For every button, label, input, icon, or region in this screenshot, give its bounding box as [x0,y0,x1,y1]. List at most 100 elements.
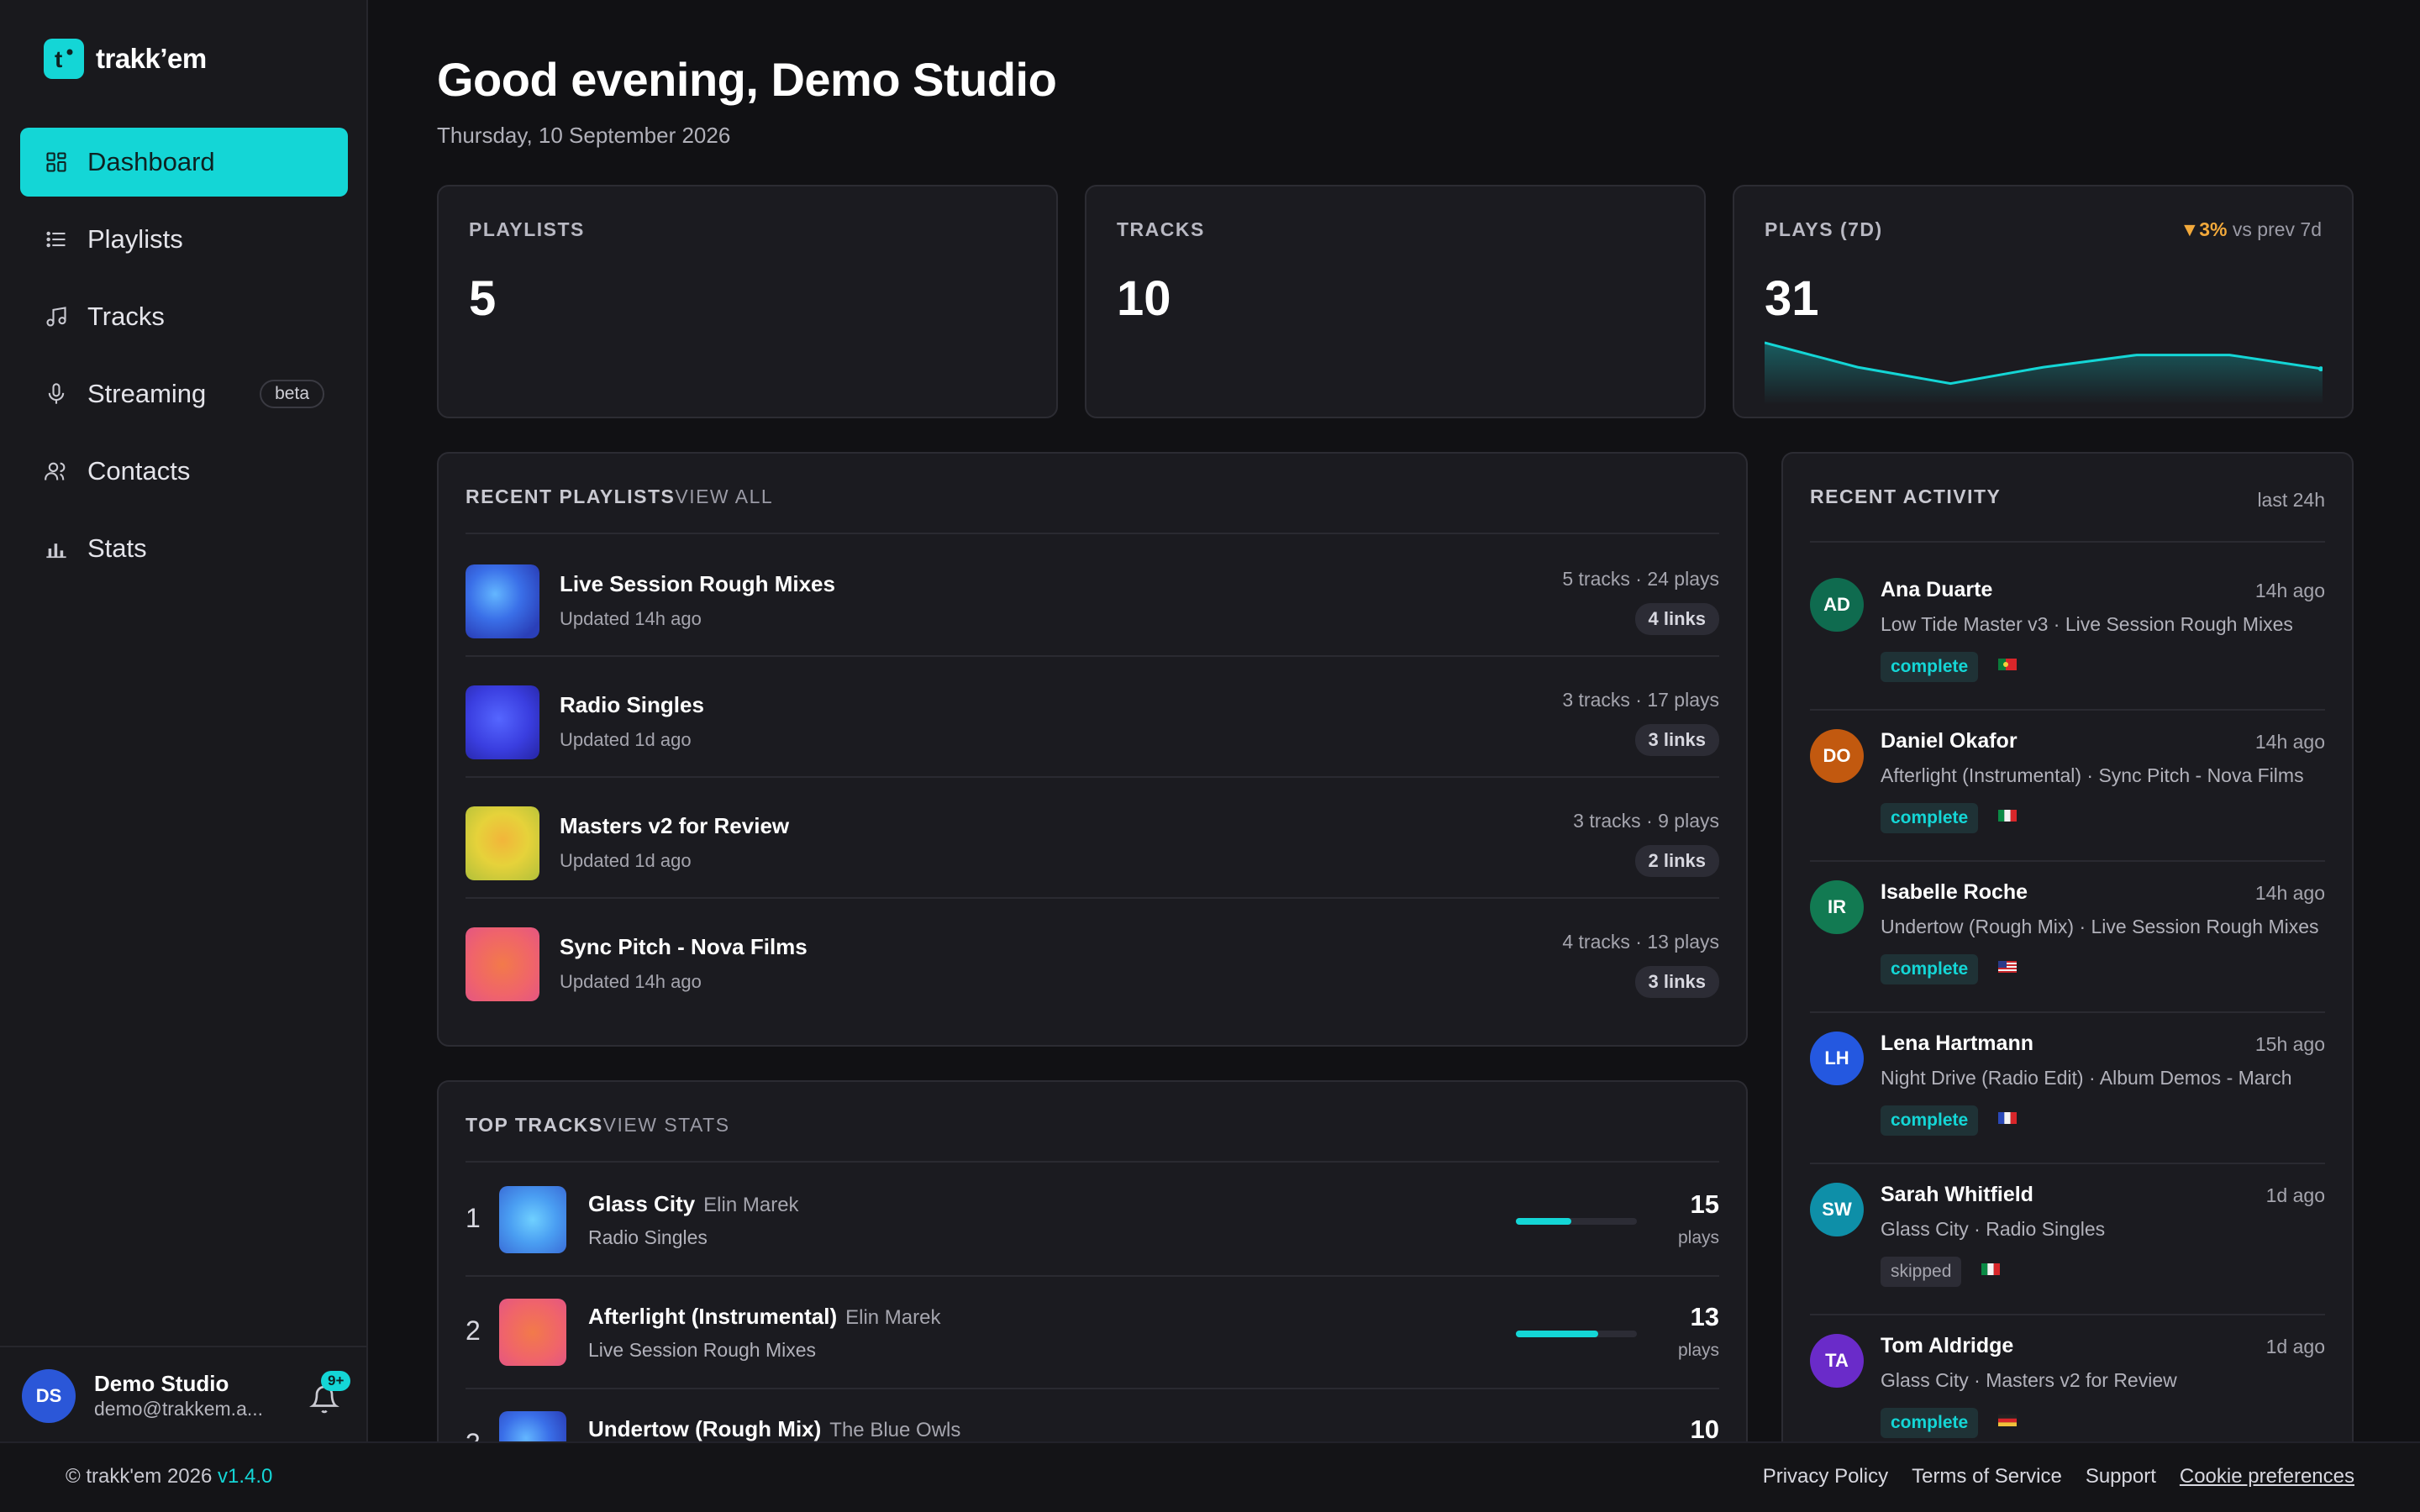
track-rank: 3 [466,1428,481,1441]
track-row[interactable]: 3 Undertow (Rough Mix) The Blue Owls 10 [466,1388,1719,1441]
playlist-updated: Updated 14h ago [560,608,702,629]
playlist-meta: 4 tracks · 13 plays [1562,931,1719,953]
flag-pt-icon [1998,659,2017,670]
activity-time: 1d ago [2265,1184,2325,1206]
playlist-meta: 3 tracks · 9 plays [1573,810,1719,832]
track-playlist: Radio Singles [588,1226,708,1248]
activity-row[interactable]: DO Daniel Okafor 14h ago Afterlight (Instru… [1810,709,2325,862]
nav-label: Stats [87,533,147,563]
nav-item-dashboard[interactable]: Dashboard [20,128,348,197]
activity-time: 14h ago [2254,731,2325,753]
track-title-text: Afterlight (Instrumental) [588,1304,838,1329]
section-header: RECENT PLAYLISTSVIEW ALL [466,486,773,508]
track-title: Undertow (Rough Mix) The Blue Owls [588,1416,960,1441]
contact-avatar: AD [1810,578,1864,632]
contact-name: Isabelle Roche [1881,880,2028,904]
activity-row[interactable]: AD Ana Duarte 14h ago Low Tide Master v3 · … [1810,558,2325,711]
current-date: Thursday, 10 September 2026 [437,123,731,148]
svg-text:t: t [55,46,62,72]
activity-detail: Low Tide Master v3 · Live Session Rough … [1881,613,2293,635]
nav-label: Playlists [87,224,183,254]
footer-links: Privacy Policy Terms of Service Support … [1763,1465,2354,1488]
stat-label: TRACKS [1117,218,1205,240]
nav-item-tracks[interactable]: Tracks [20,282,348,351]
section-header: RECENT ACTIVITY [1810,486,2001,508]
status-badge: complete [1881,1408,1979,1438]
playlist-row[interactable]: Masters v2 for Review Updated 1d ago 3 t… [466,776,1719,899]
stat-value: 5 [469,271,497,326]
playlist-name: Sync Pitch - Nova Films [560,934,808,959]
nav-item-playlists[interactable]: Playlists [20,205,348,274]
playlist-meta: 3 tracks · 17 plays [1562,689,1719,711]
playlist-artwork [466,806,539,880]
activity-detail: Glass City · Masters v2 for Review [1881,1369,2177,1391]
track-rank: 1 [466,1203,481,1233]
activity-row[interactable]: SW Sarah Whitfield 1d ago Glass City · Radi… [1810,1163,2325,1315]
activity-time: 15h ago [2254,1033,2325,1055]
contact-name: Sarah Whitfield [1881,1183,2033,1206]
brand[interactable]: t trakk’em [44,39,207,79]
page-title: Good evening, Demo Studio [437,53,1057,106]
user-email: demo@trakkem.a... [94,1398,264,1420]
nav-item-stats[interactable]: Stats [20,514,348,583]
avatar[interactable]: DS [22,1369,76,1423]
playlist-name: Radio Singles [560,692,704,717]
stat-card-tracks: TRACKS 10 [1085,185,1706,418]
contact-avatar: DO [1810,729,1864,783]
status-badge: skipped [1881,1257,1962,1287]
footer: © trakk'em 2026 v1.4.0 Privacy Policy Te… [0,1441,2420,1512]
contact-name: Lena Hartmann [1881,1032,2033,1055]
nav-item-contacts[interactable]: Contacts [20,437,348,506]
activity-time: 14h ago [2254,580,2325,601]
view-all-link[interactable]: VIEW ALL [675,486,773,507]
copyright-text: © trakk'em 2026 [66,1465,213,1488]
track-artist: Elin Marek [703,1194,799,1216]
user-name: Demo Studio [94,1371,229,1396]
beta-badge: beta [260,380,324,408]
activity-detail: Undertow (Rough Mix) · Live Session Roug… [1881,916,2319,937]
sparkline-area [1765,343,2323,405]
cookie-preferences-link[interactable]: Cookie preferences [2180,1465,2354,1488]
main-nav: Dashboard Playlists Tracks Streaming bet… [20,128,348,591]
privacy-policy-link[interactable]: Privacy Policy [1763,1465,1888,1488]
playlist-updated: Updated 1d ago [560,850,692,871]
section-title: TOP TRACKS [466,1114,603,1136]
activity-range: last 24h [2257,489,2325,511]
playlist-row[interactable]: Radio Singles Updated 1d ago 3 tracks · … [466,655,1719,778]
copyright: © trakk'em 2026 v1.4.0 [66,1465,272,1488]
terms-link[interactable]: Terms of Service [1912,1465,2062,1488]
plays-sparkline [1765,341,2323,405]
recent-playlists-panel: RECENT PLAYLISTSVIEW ALL Live Session Ro… [437,452,1748,1047]
activity-detail: Glass City · Radio Singles [1881,1218,2106,1240]
nav-item-streaming[interactable]: Streaming beta [20,360,348,428]
contact-avatar: TA [1810,1334,1864,1388]
brand-name: trakk’em [96,43,207,74]
playlist-row[interactable]: Sync Pitch - Nova Films Updated 14h ago … [466,897,1719,1018]
stat-value: 10 [1117,271,1171,326]
track-row[interactable]: 1 Glass City Elin Marek Radio Singles 15 … [466,1163,1719,1277]
track-row[interactable]: 2 Afterlight (Instrumental) Elin Marek Li… [466,1275,1719,1389]
track-title: Glass City Elin Marek [588,1191,799,1217]
track-artist: The Blue Owls [829,1419,961,1441]
playlist-name: Live Session Rough Mixes [560,571,835,596]
activity-row[interactable]: TA Tom Aldridge 1d ago Glass City · Masters… [1810,1314,2325,1441]
links-badge[interactable]: 2 links [1634,845,1719,877]
support-link[interactable]: Support [2086,1465,2156,1488]
recent-activity-panel: RECENT ACTIVITY last 24h AD Ana Duarte 14h… [1781,452,2354,1441]
stat-label: PLAYS (7D) [1765,218,1883,240]
view-stats-link[interactable]: VIEW STATS [603,1114,730,1136]
contact-avatar: SW [1810,1183,1864,1236]
nav-label: Tracks [87,302,165,331]
links-badge[interactable]: 4 links [1634,603,1719,635]
links-badge[interactable]: 3 links [1634,724,1719,756]
top-tracks-panel: TOP TRACKSVIEW STATS 1 Glass City Elin Ma… [437,1080,1748,1441]
links-badge[interactable]: 3 links [1634,966,1719,998]
user-profile[interactable]: DS Demo Studio demo@trakkem.a... 9+ [0,1346,366,1443]
playlist-artwork [466,685,539,759]
playlist-row[interactable]: Live Session Rough Mixes Updated 14h ago… [466,534,1719,657]
activity-row[interactable]: LH Lena Hartmann 15h ago Night Drive (Radio… [1810,1011,2325,1164]
activity-time: 1d ago [2265,1336,2325,1357]
activity-row[interactable]: IR Isabelle Roche 14h ago Undertow (Rough M… [1810,860,2325,1013]
stat-card-plays: PLAYS (7D) ▼3% vs prev 7d 31 [1733,185,2354,418]
stat-delta: ▼3% vs prev 7d [2180,218,2322,241]
